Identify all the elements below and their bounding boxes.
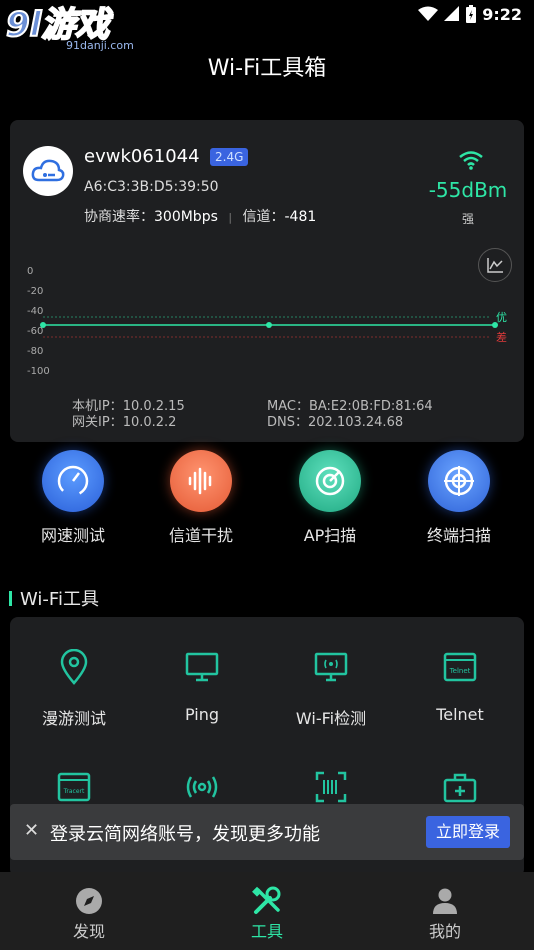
compass-icon <box>0 886 178 916</box>
broadcast-icon <box>138 767 266 807</box>
quick-action-label: 终端扫描 <box>426 526 491 545</box>
y-tick-label: -100 <box>27 366 50 377</box>
battery-icon <box>466 5 477 23</box>
nav-discover[interactable]: 发现 <box>0 872 178 950</box>
close-icon[interactable]: ✕ <box>24 820 39 841</box>
tracert-icon-text: Tracert <box>63 788 85 795</box>
bottom-navigation: 发现 工具 我的 <box>0 872 534 950</box>
quick-action-label: AP扫描 <box>303 526 357 545</box>
local-ip: 10.0.2.15 <box>122 399 185 414</box>
local-ip-row: 本机IP：10.0.2.15 <box>72 399 185 415</box>
tool-toolbox[interactable] <box>396 767 524 807</box>
wifi-ssid: evwk061044 <box>84 146 200 167</box>
page-title: Wi-Fi工具箱 <box>207 56 327 81</box>
data-point <box>40 322 46 328</box>
target-icon <box>428 450 490 512</box>
toolbox-icon <box>396 767 524 807</box>
quick-action-channel[interactable]: 信道干扰 <box>137 450 265 546</box>
nav-label: 发现 <box>72 922 105 941</box>
section-accent-bar <box>9 590 12 606</box>
tool-tracert[interactable]: Tracert <box>10 767 138 807</box>
signal-strength: -55dBm <box>428 178 508 202</box>
wifi-detect-icon <box>267 647 395 687</box>
dns-label: DNS： <box>267 415 308 430</box>
local-ip-label: 本机IP： <box>72 399 123 414</box>
ip-info-right: MAC：BA:E2:0B:FD:81:64 DNS：202.103.24.68 <box>267 399 433 431</box>
quick-action-terminal-scan[interactable]: 终端扫描 <box>395 450 523 546</box>
nav-mine[interactable]: 我的 <box>356 872 534 950</box>
tools-icon <box>178 886 356 916</box>
quick-action-speedtest[interactable]: 网速测试 <box>9 450 137 546</box>
cloud-logo-icon <box>23 146 73 196</box>
section-title: Wi-Fi工具 <box>20 589 99 610</box>
wifi-signal-icon <box>458 150 484 174</box>
mac-row: MAC：BA:E2:0B:FD:81:64 <box>267 399 433 415</box>
data-point <box>492 322 498 328</box>
tracert-icon: Tracert <box>10 767 138 807</box>
tool-label: 漫游测试 <box>41 709 106 728</box>
signal-chart: 0 -20 -40 -60 -80 -100 优差 <box>27 266 507 377</box>
gateway-row: 网关IP：10.0.2.2 <box>72 415 185 431</box>
rate-row: 协商速率：300Mbps | 信道：-481 <box>84 206 316 226</box>
telnet-icon: Telnet <box>396 647 524 687</box>
tool-wifi-detect[interactable]: Wi-Fi检测 <box>267 647 395 729</box>
soundwave-icon <box>170 450 232 512</box>
nav-label: 工具 <box>250 922 283 941</box>
y-tick-label: 0 <box>27 266 33 277</box>
telnet-icon-text: Telnet <box>449 667 471 675</box>
tool-label: Telnet <box>436 705 484 724</box>
section-header: Wi-Fi工具 <box>9 585 99 611</box>
band-badge: 2.4G <box>210 148 249 166</box>
signal-quality: 强 <box>461 212 474 226</box>
nav-label: 我的 <box>428 922 461 941</box>
mac-label: MAC： <box>267 399 309 414</box>
person-icon <box>356 886 534 916</box>
nav-tools[interactable]: 工具 <box>178 872 356 950</box>
rate-label: 协商速率： <box>84 209 154 225</box>
status-time: 9:22 <box>482 4 522 24</box>
y-tick-label: -40 <box>27 306 43 317</box>
divider: | <box>228 211 233 224</box>
speedometer-icon <box>42 450 104 512</box>
rate-value: 300Mbps <box>154 209 218 225</box>
ip-info-left: 本机IP：10.0.2.15 网关IP：10.0.2.2 <box>72 399 185 431</box>
mac-value: BA:E2:0B:FD:81:64 <box>308 399 433 414</box>
dns-value: 202.103.24.68 <box>308 415 404 430</box>
bssid-text: A6:C3:3B:D5:39:50 <box>84 179 219 195</box>
wifi-status-icon <box>418 6 439 21</box>
scan-icon <box>267 767 395 807</box>
radar-icon <box>299 450 361 512</box>
banner-message: 登录云简网络账号，发现更多功能 <box>50 824 320 845</box>
login-button[interactable]: 立即登录 <box>426 816 510 848</box>
threshold-label: 差 <box>496 330 507 344</box>
y-tick-label: -60 <box>27 326 43 337</box>
status-icons: 9:22 <box>418 4 522 24</box>
tool-roaming-test[interactable]: 漫游测试 <box>10 647 138 729</box>
tool-label: Wi-Fi检测 <box>295 709 367 728</box>
location-pin-icon <box>10 647 138 687</box>
cell-signal-icon <box>444 6 460 21</box>
y-tick-label: -80 <box>27 346 43 357</box>
tool-scan[interactable] <box>267 767 395 807</box>
data-point <box>266 322 272 328</box>
channel-label: 信道： <box>242 209 285 225</box>
tool-broadcast[interactable] <box>138 767 266 807</box>
quick-action-label: 网速测试 <box>40 526 105 545</box>
tool-ping[interactable]: Ping <box>138 647 266 724</box>
channel-value: -481 <box>284 209 317 225</box>
watermark-logo: 9l游戏 91danji.com <box>2 2 137 54</box>
login-banner: ✕ 登录云简网络账号，发现更多功能 立即登录 <box>10 804 524 860</box>
monitor-icon <box>138 647 266 687</box>
quick-action-label: 信道干扰 <box>168 526 233 545</box>
y-tick-label: -20 <box>27 286 43 297</box>
gateway-label: 网关IP： <box>72 415 123 430</box>
tool-label: Ping <box>184 705 220 724</box>
gateway-ip: 10.0.2.2 <box>122 415 177 430</box>
threshold-label: 优 <box>496 311 507 324</box>
wifi-info-card: evwk061044 2.4G A6:C3:3B:D5:39:50 协商速率：3… <box>10 120 524 442</box>
dns-row: DNS：202.103.24.68 <box>267 415 433 431</box>
quick-action-apscan[interactable]: AP扫描 <box>266 450 394 546</box>
tool-telnet[interactable]: Telnet Telnet <box>396 647 524 724</box>
